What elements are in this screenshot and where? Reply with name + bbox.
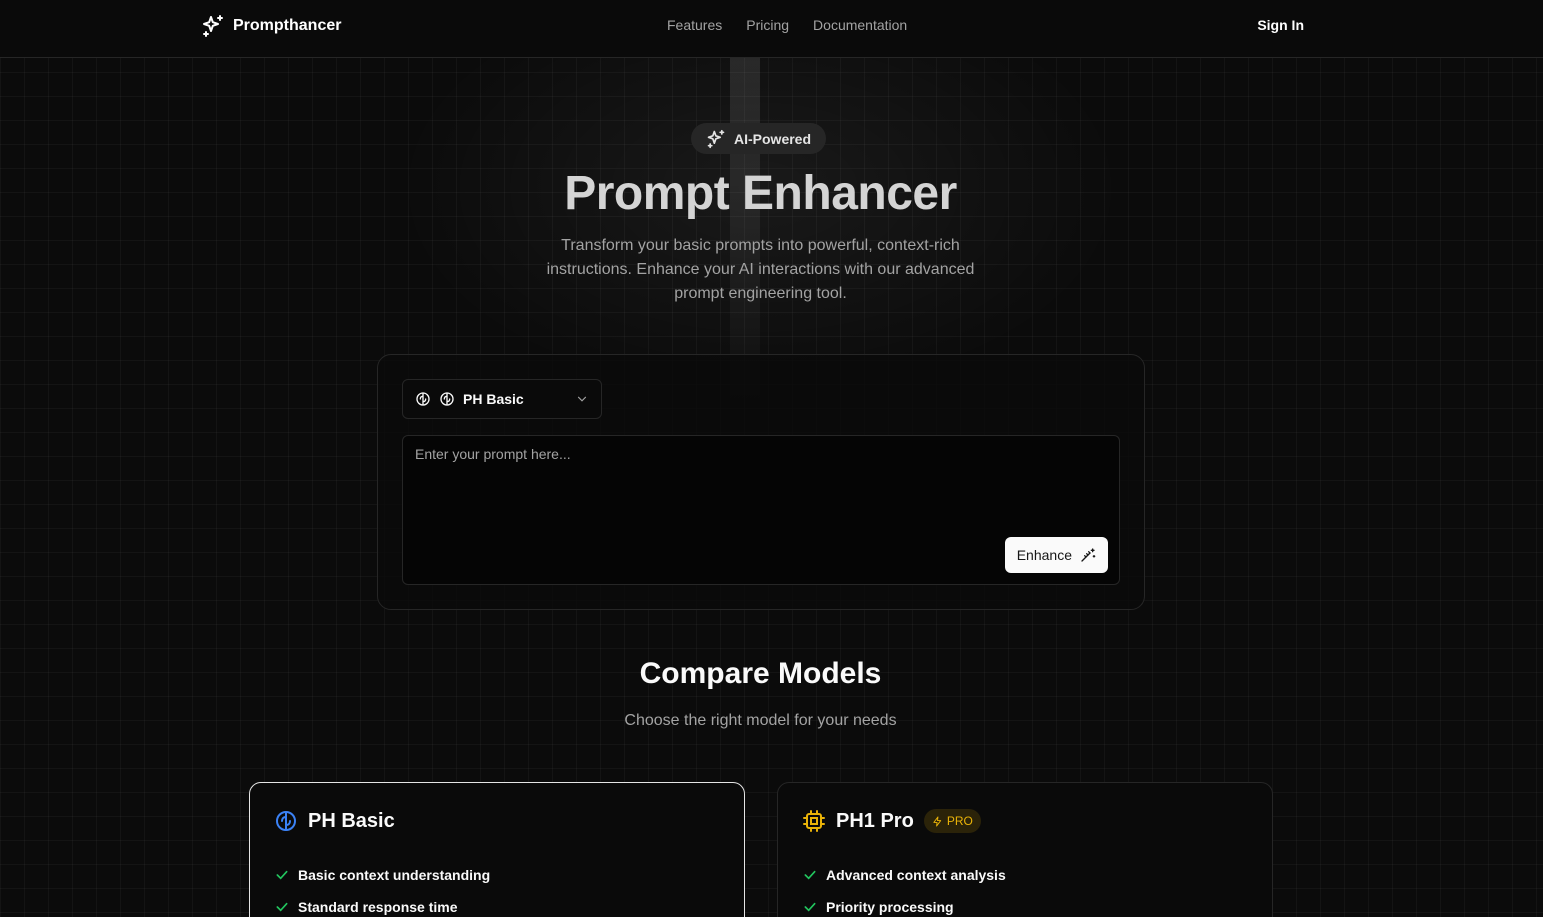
model-select-value: PH Basic (463, 391, 524, 407)
model-card-ph-basic[interactable]: PH Basic Basic context understanding Sta… (249, 782, 745, 917)
brand-name: Prompthancer (233, 17, 342, 34)
chevron-down-icon (577, 396, 587, 402)
top-header: Prompthancer Features Pricing Documentat… (0, 0, 1543, 58)
feature-list: Advanced context analysis Priority proce… (802, 859, 1006, 917)
lightning-icon (933, 815, 941, 827)
badge-label: AI-Powered (734, 130, 812, 147)
enhancer-card: PH Basic Enhance (377, 354, 1145, 610)
brain-icon (440, 392, 454, 406)
compare-subtitle: Choose the right model for your needs (624, 712, 897, 729)
brain-icon (416, 392, 430, 406)
feature-item: Advanced context analysis (802, 859, 1006, 891)
model-card-ph1-pro[interactable]: PH1 Pro PRO Advanced context analysis Pr… (777, 782, 1273, 917)
main-nav: Features Pricing Documentation (667, 17, 907, 33)
model-name: PH Basic (308, 809, 395, 832)
pro-badge: PRO (923, 809, 981, 833)
enhance-button[interactable]: Enhance (1004, 537, 1108, 573)
page-subtitle: Transform your basic prompts into powerf… (546, 237, 975, 302)
enhance-button-label: Enhance (1016, 547, 1072, 563)
magic-wand-icon (1081, 548, 1096, 562)
model-select[interactable]: PH Basic (402, 379, 602, 419)
check-icon (804, 870, 816, 880)
sparkles-icon (203, 15, 223, 37)
sparkles-icon (707, 129, 725, 148)
model-name: PH1 Pro (836, 809, 914, 832)
brain-icon (276, 811, 296, 831)
compare-title: Compare Models (639, 657, 882, 690)
check-icon (804, 902, 816, 912)
page-title: Prompt Enhancer (564, 167, 957, 220)
cpu-icon (803, 810, 825, 832)
feature-item: Standard response time (274, 891, 490, 917)
sign-in-button[interactable]: Sign In (1257, 17, 1304, 33)
feature-list: Basic context understanding Standard res… (274, 859, 490, 917)
nav-features[interactable]: Features (667, 17, 722, 33)
ai-powered-badge: AI-Powered (691, 123, 827, 154)
nav-documentation[interactable]: Documentation (813, 17, 907, 33)
feature-item: Priority processing (802, 891, 1006, 917)
check-icon (276, 902, 288, 912)
feature-item: Basic context understanding (274, 859, 490, 891)
nav-pricing[interactable]: Pricing (746, 17, 789, 33)
brand-logo[interactable]: Prompthancer (201, 14, 341, 38)
check-icon (276, 870, 288, 880)
